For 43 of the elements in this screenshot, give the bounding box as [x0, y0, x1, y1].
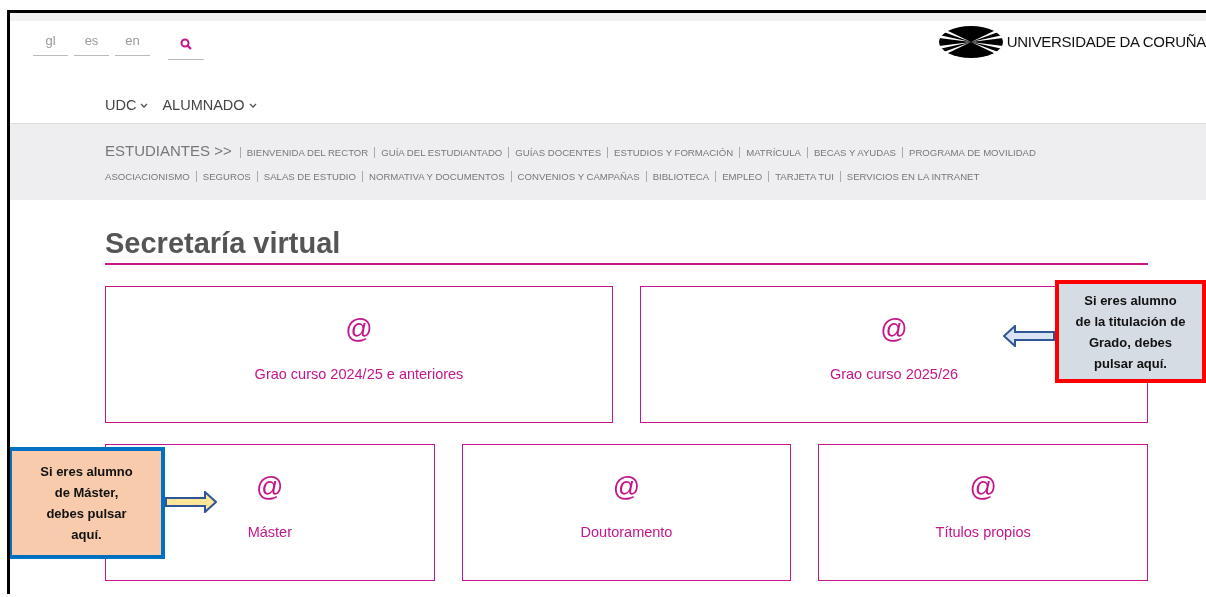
note-tooltip: Si eres alumno de Máster, debes pulsar aquí. [10, 447, 165, 559]
nav-link[interactable]: SALAS DE ESTUDIO [256, 171, 362, 182]
link-card[interactable]: @ Grao curso 2024/25 e anteriores [105, 285, 613, 423]
chevron-icon [248, 103, 257, 109]
nav-link[interactable]: MATRÍCULA [739, 147, 807, 158]
nav-link[interactable]: SEGUROS [195, 171, 257, 182]
card-label: Grao curso 2024/25 e anteriores [254, 365, 464, 385]
logo-icon [938, 26, 1003, 58]
nav-link[interactable]: PROGRAMA DE MOVILIDAD [902, 147, 1042, 158]
university-name: UNIVERSIDADE DA CORUÑA [1006, 31, 1206, 52]
nav-link[interactable]: NORMATIVA Y DOCUMENTOS [362, 171, 511, 182]
nav-link[interactable]: TARJETA TUI [768, 171, 840, 182]
nav-link[interactable]: ESTUDIOS Y FORMACIÓN [607, 147, 740, 158]
nav-link[interactable]: EMPLEO [715, 171, 769, 182]
nav-link[interactable]: SERVICIOS EN LA INTRANET [839, 171, 986, 182]
card-label: Títulos propios [935, 523, 1031, 543]
at-sign-icon: @ [880, 314, 908, 345]
nav-link[interactable]: CONVENIOS Y CAMPAÑAS [510, 171, 646, 182]
link-card[interactable]: @ Doutoramento [461, 443, 792, 581]
chevron-icon [140, 103, 149, 109]
language-link[interactable]: es [74, 31, 109, 56]
at-sign-icon: @ [612, 472, 641, 503]
menu-item[interactable]: UDC [105, 89, 149, 123]
link-card[interactable]: @ Títulos propios [818, 443, 1148, 581]
language-link[interactable]: gl [33, 31, 68, 56]
menu-item[interactable]: ALUMNADO [162, 89, 257, 123]
section-title: ESTUDIANTES >> [105, 141, 232, 161]
at-sign-icon: @ [256, 472, 284, 503]
search-icon [180, 37, 192, 50]
nav-link[interactable]: GUÍAS DOCENTES [508, 147, 608, 158]
card-label: Doutoramento [580, 523, 673, 543]
nav-link[interactable]: BIENVENIDA DEL RECTOR [239, 147, 375, 158]
nav-link[interactable]: GUÍA DEL ESTUDIANTADO [374, 147, 509, 158]
nav-link[interactable]: ASOCIACIONISMO [105, 171, 196, 182]
language-link[interactable]: en [115, 31, 150, 56]
at-sign-icon: @ [969, 472, 997, 503]
card-label: Máster [247, 523, 292, 543]
at-sign-icon: @ [345, 314, 373, 345]
nav-link[interactable]: BIBLIOTECA [645, 171, 716, 182]
note-tooltip: Si eres alumno de la titulación de Grado, debes pulsar aquí. [1055, 280, 1206, 383]
card-label: Grao curso 2025/26 [829, 365, 959, 385]
page-heading: Secretaría virtual [105, 226, 1148, 265]
nav-link[interactable]: BECAS Y AYUDAS [806, 147, 903, 158]
